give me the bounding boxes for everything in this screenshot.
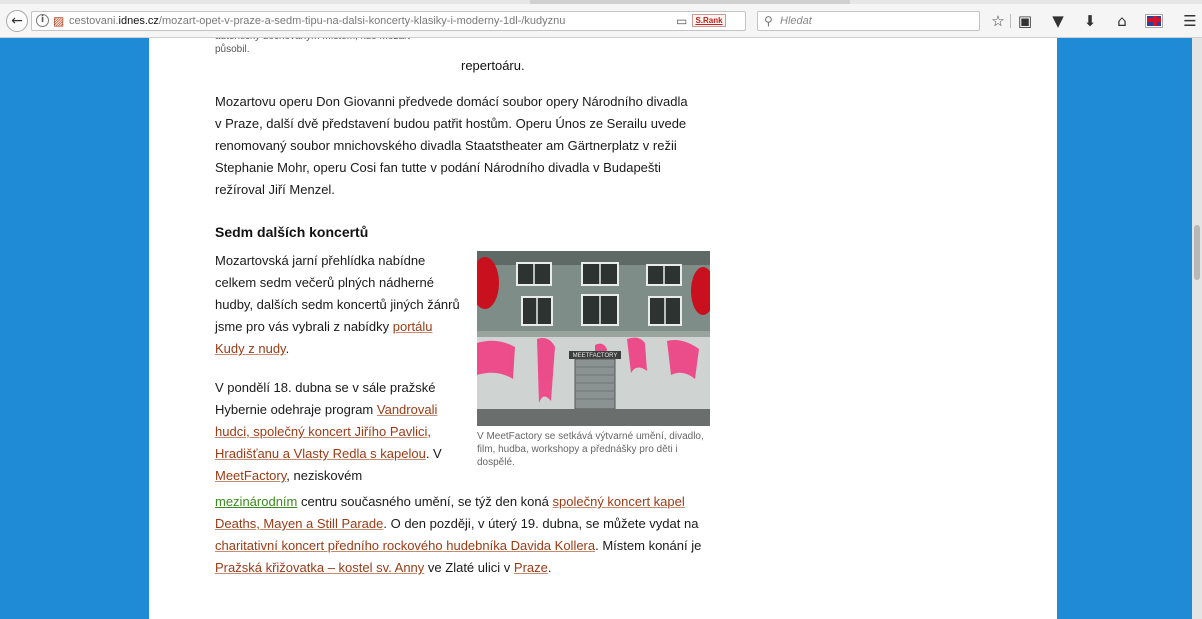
- home-icon[interactable]: ⌂: [1112, 11, 1132, 31]
- search-icon: ⚲: [764, 14, 773, 28]
- url-prefix: cestovani.: [69, 15, 119, 27]
- meetfactory-sign: MEETFACTORY: [573, 353, 618, 359]
- link-mezinarodnim[interactable]: mezinárodním: [215, 494, 297, 509]
- paragraph-concerts-text3: . Místem konání je: [595, 538, 702, 553]
- reader-view-icon[interactable]: ▭: [676, 14, 687, 28]
- link-praze[interactable]: Praze: [514, 560, 548, 575]
- top-text-fragment: repertoáru.: [461, 58, 525, 73]
- paragraph-hybernia: V pondělí 18. dubna se v sále pražské Hy…: [215, 377, 470, 487]
- page-background-left: [0, 38, 149, 619]
- section-heading: Sedm dalších koncertů: [215, 224, 369, 240]
- scrollbar-thumb[interactable]: [1194, 225, 1200, 280]
- scrollbar-track[interactable]: [1192, 38, 1202, 619]
- srank-badge[interactable]: S.Rank: [692, 14, 726, 27]
- paragraph-hybernia-text3: , neziskovém: [286, 468, 363, 483]
- article-content: autentický dochovaným místem, kde Mozart…: [149, 38, 1057, 619]
- top-image-caption: autentický dochovaným místem, kde Mozart…: [215, 38, 410, 55]
- flag-icon[interactable]: [1145, 14, 1163, 28]
- library-icon[interactable]: ▣: [1015, 11, 1035, 31]
- browser-toolbar: ← i ▨ cestovani.idnes.cz/mozart-opet-v-p…: [0, 0, 1202, 38]
- paragraph-intro-end: .: [285, 341, 290, 356]
- download-icon[interactable]: ⬇: [1080, 11, 1100, 31]
- url-domain: idnes.cz: [118, 15, 159, 27]
- address-bar[interactable]: i ▨ cestovani.idnes.cz/mozart-opet-v-pra…: [31, 11, 772, 31]
- back-arrow-icon[interactable]: ←: [6, 10, 28, 32]
- bookmark-star-icon[interactable]: ☆: [988, 11, 1008, 31]
- paragraph-concerts-end: .: [547, 560, 552, 575]
- paragraph-opera: Mozartovu operu Don Giovanni předvede do…: [215, 94, 688, 197]
- active-tab-edge: [530, 0, 850, 4]
- paragraph-hybernia-text2: . V: [425, 446, 442, 461]
- search-bar[interactable]: ⚲ Hledat: [757, 11, 980, 31]
- link-meetfactory[interactable]: MeetFactory: [215, 468, 286, 483]
- paragraph-concerts-text1: centru současného umění, se týž den koná: [301, 494, 549, 509]
- paragraph-concerts-text2: . O den později, v úterý 19. dubna, se m…: [383, 516, 699, 531]
- toolbar-separator: [1010, 14, 1011, 28]
- paragraph-intro: Mozartovská jarní přehlídka nabídne celk…: [215, 250, 465, 360]
- lock-icon[interactable]: ▨: [53, 14, 64, 28]
- info-icon[interactable]: i: [36, 14, 49, 27]
- hamburger-menu-icon[interactable]: ☰: [1180, 11, 1200, 31]
- paragraph-concerts-text4: ve Zlaté ulici v: [427, 560, 511, 575]
- meetfactory-photo-drawing: MEETFACTORY: [477, 251, 710, 426]
- link-prazska-krizovatka[interactable]: Pražská křižovatka – kostel sv. Anny: [215, 560, 424, 575]
- url-text[interactable]: cestovani.idnes.cz/mozart-opet-v-praze-a…: [69, 14, 669, 29]
- meetfactory-photo[interactable]: MEETFACTORY: [477, 251, 710, 426]
- search-placeholder: Hledat: [780, 15, 812, 27]
- url-path: /mozart-opet-v-praze-a-sedm-tipu-na-dals…: [158, 15, 566, 27]
- link-david-koller[interactable]: charitativní koncert předního rockového …: [215, 538, 595, 553]
- page-background-right: [1057, 38, 1202, 619]
- pocket-icon[interactable]: ▼: [1048, 11, 1068, 31]
- photo-caption: V MeetFactory se setkává výtvarné umění,…: [477, 431, 704, 468]
- paragraph-concerts: mezinárodním centru současného umění, se…: [215, 491, 705, 579]
